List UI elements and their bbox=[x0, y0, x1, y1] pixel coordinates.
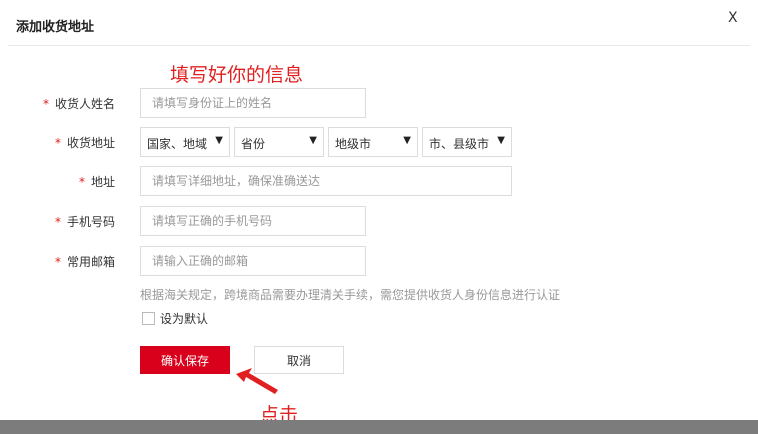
customs-notice: 根据海关规定，跨境商品需要办理清关手续，需您提供收货人身份信息进行认证 bbox=[140, 288, 561, 302]
close-icon[interactable]: X bbox=[728, 10, 738, 26]
required-mark: * bbox=[54, 136, 61, 150]
annotation-fill-info: 填写好你的信息 bbox=[170, 64, 304, 86]
receiver-name-input[interactable] bbox=[140, 88, 366, 118]
save-button[interactable]: 确认保存 bbox=[140, 346, 230, 374]
country-select[interactable]: 国家、地域 ▼ bbox=[140, 127, 230, 157]
overlay-bottom-edge bbox=[0, 420, 758, 434]
region-row: * 收货地址 国家、地域 ▼ 省份 ▼ 地级市 ▼ 市、县级市 ▼ bbox=[0, 127, 758, 157]
district-select[interactable]: 市、县级市 ▼ bbox=[422, 127, 512, 157]
chevron-down-icon: ▼ bbox=[497, 135, 505, 146]
phone-input[interactable] bbox=[140, 206, 366, 236]
default-checkbox[interactable] bbox=[142, 312, 155, 325]
name-label: * 收货人姓名 bbox=[42, 97, 115, 111]
chevron-down-icon: ▼ bbox=[215, 135, 223, 146]
dialog-title: 添加收货地址 bbox=[16, 20, 95, 35]
chevron-down-icon: ▼ bbox=[309, 135, 317, 146]
phone-label: * 手机号码 bbox=[54, 215, 115, 229]
address-row: * 地址 bbox=[0, 166, 758, 196]
required-mark: * bbox=[54, 215, 61, 229]
email-label: * 常用邮箱 bbox=[54, 255, 115, 269]
add-address-dialog: 添加收货地址 X 填写好你的信息 *收货人姓名 *收货地址 国家、地域 ▼ 省份… bbox=[0, 0, 758, 426]
set-default-row[interactable]: 设为默认 bbox=[142, 310, 208, 327]
required-mark: * bbox=[78, 175, 85, 189]
title-divider bbox=[8, 45, 750, 46]
default-label: 设为默认 bbox=[160, 312, 209, 326]
annotation-arrow-icon bbox=[236, 368, 278, 394]
required-mark: * bbox=[42, 97, 49, 111]
email-row: * 常用邮箱 bbox=[0, 246, 758, 276]
address-input[interactable] bbox=[140, 166, 512, 196]
name-row: * 收货人姓名 bbox=[0, 88, 758, 118]
required-mark: * bbox=[54, 255, 61, 269]
email-input[interactable] bbox=[140, 246, 366, 276]
chevron-down-icon: ▼ bbox=[403, 135, 411, 146]
city-select[interactable]: 地级市 ▼ bbox=[328, 127, 418, 157]
address-label: * 地址 bbox=[78, 175, 115, 189]
region-label: * 收货地址 bbox=[54, 136, 115, 150]
phone-row: * 手机号码 bbox=[0, 206, 758, 236]
province-select[interactable]: 省份 ▼ bbox=[234, 127, 324, 157]
